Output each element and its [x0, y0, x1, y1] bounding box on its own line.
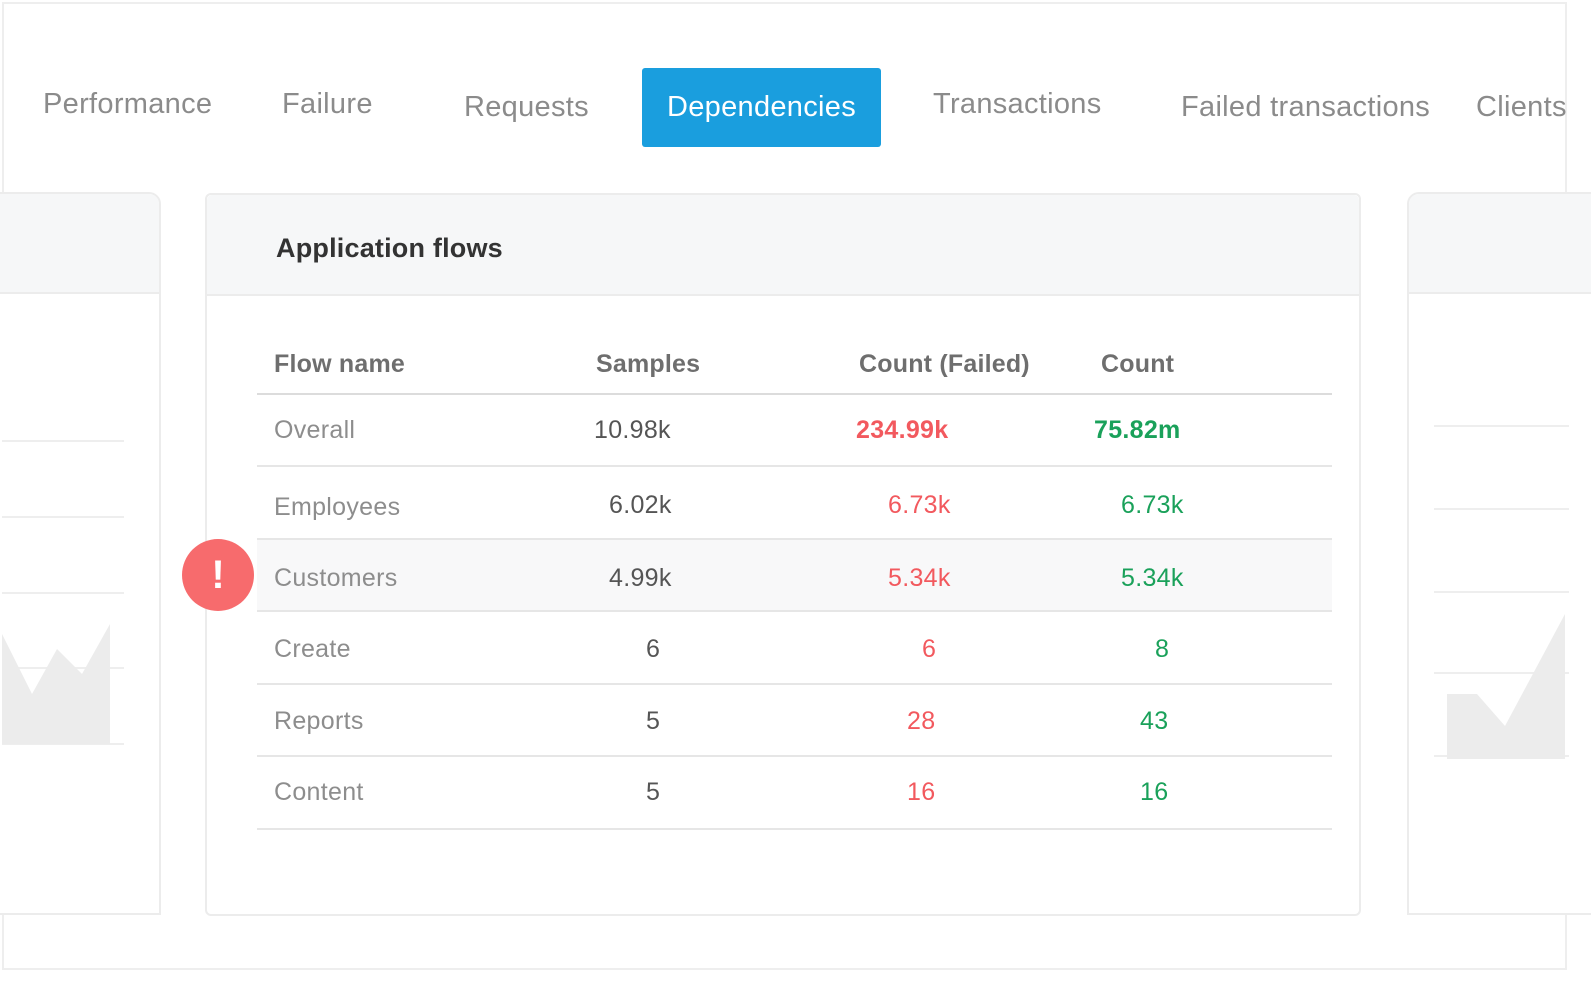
count-value: 6.73k: [1121, 491, 1184, 519]
samples-value: 4.99k: [609, 564, 672, 592]
flow-name: Content: [274, 778, 364, 806]
table-row-selected[interactable]: Customers 4.99k 5.34k 5.34k: [257, 540, 1332, 612]
alert-symbol: !: [211, 552, 225, 597]
gridline: [1434, 425, 1569, 427]
column-header-count-failed[interactable]: Count (Failed): [859, 350, 1030, 379]
gridline: [1434, 591, 1569, 593]
gridline: [2, 516, 124, 518]
failed-count-value: 234.99k: [856, 416, 949, 444]
samples-value: 10.98k: [594, 416, 671, 444]
tab-transactions[interactable]: Transactions: [933, 90, 1102, 119]
tab-requests[interactable]: Requests: [464, 93, 589, 122]
table-row[interactable]: Content 5 16 16: [257, 757, 1332, 829]
samples-value: 6: [646, 635, 661, 663]
left-preview-card-header: [0, 194, 159, 294]
failed-count-value: 5.34k: [888, 564, 951, 592]
tab-clients[interactable]: Clients: [1476, 93, 1567, 122]
flow-name: Overall: [274, 416, 356, 444]
table-row[interactable]: Employees 6.02k 6.73k 6.73k: [257, 467, 1332, 539]
flow-name: Reports: [274, 707, 364, 735]
failed-count-value: 16: [907, 778, 936, 806]
count-value: 8: [1155, 635, 1170, 663]
column-header-flow-name[interactable]: Flow name: [274, 350, 405, 379]
card-header: Application flows: [207, 195, 1359, 296]
gridline: [2, 440, 124, 442]
right-preview-card: [1407, 192, 1591, 915]
row-divider: [257, 828, 1332, 830]
failed-count-value: 28: [907, 707, 936, 735]
column-header-count[interactable]: Count: [1101, 350, 1174, 379]
tab-dependencies[interactable]: Dependencies: [642, 68, 881, 147]
samples-value: 5: [646, 778, 661, 806]
failed-count-value: 6: [922, 635, 937, 663]
tab-failure[interactable]: Failure: [282, 90, 373, 119]
flow-name: Customers: [274, 564, 398, 592]
area-chart-thumbnail: [1447, 614, 1565, 759]
count-value: 16: [1140, 778, 1169, 806]
right-preview-card-header: [1409, 194, 1591, 294]
gridline: [1434, 508, 1569, 510]
table-row[interactable]: Overall 10.98k 234.99k 75.82m: [257, 395, 1332, 467]
left-preview-card: [0, 192, 161, 915]
samples-value: 5: [646, 707, 661, 735]
column-header-samples[interactable]: Samples: [596, 350, 700, 379]
gridline: [2, 592, 124, 594]
area-chart-thumbnail: [2, 624, 110, 744]
samples-value: 6.02k: [609, 491, 672, 519]
count-value: 43: [1140, 707, 1169, 735]
count-value: 75.82m: [1094, 416, 1181, 444]
count-value: 5.34k: [1121, 564, 1184, 592]
flow-name: Employees: [274, 493, 401, 521]
tab-failed-transactions[interactable]: Failed transactions: [1181, 93, 1430, 122]
table-row[interactable]: Create 6 6 8: [257, 612, 1332, 684]
card-title: Application flows: [276, 233, 503, 263]
tab-performance[interactable]: Performance: [43, 90, 212, 119]
table-row[interactable]: Reports 5 28 43: [257, 685, 1332, 757]
failed-count-value: 6.73k: [888, 491, 951, 519]
alert-icon[interactable]: !: [182, 539, 254, 611]
flow-name: Create: [274, 635, 351, 663]
